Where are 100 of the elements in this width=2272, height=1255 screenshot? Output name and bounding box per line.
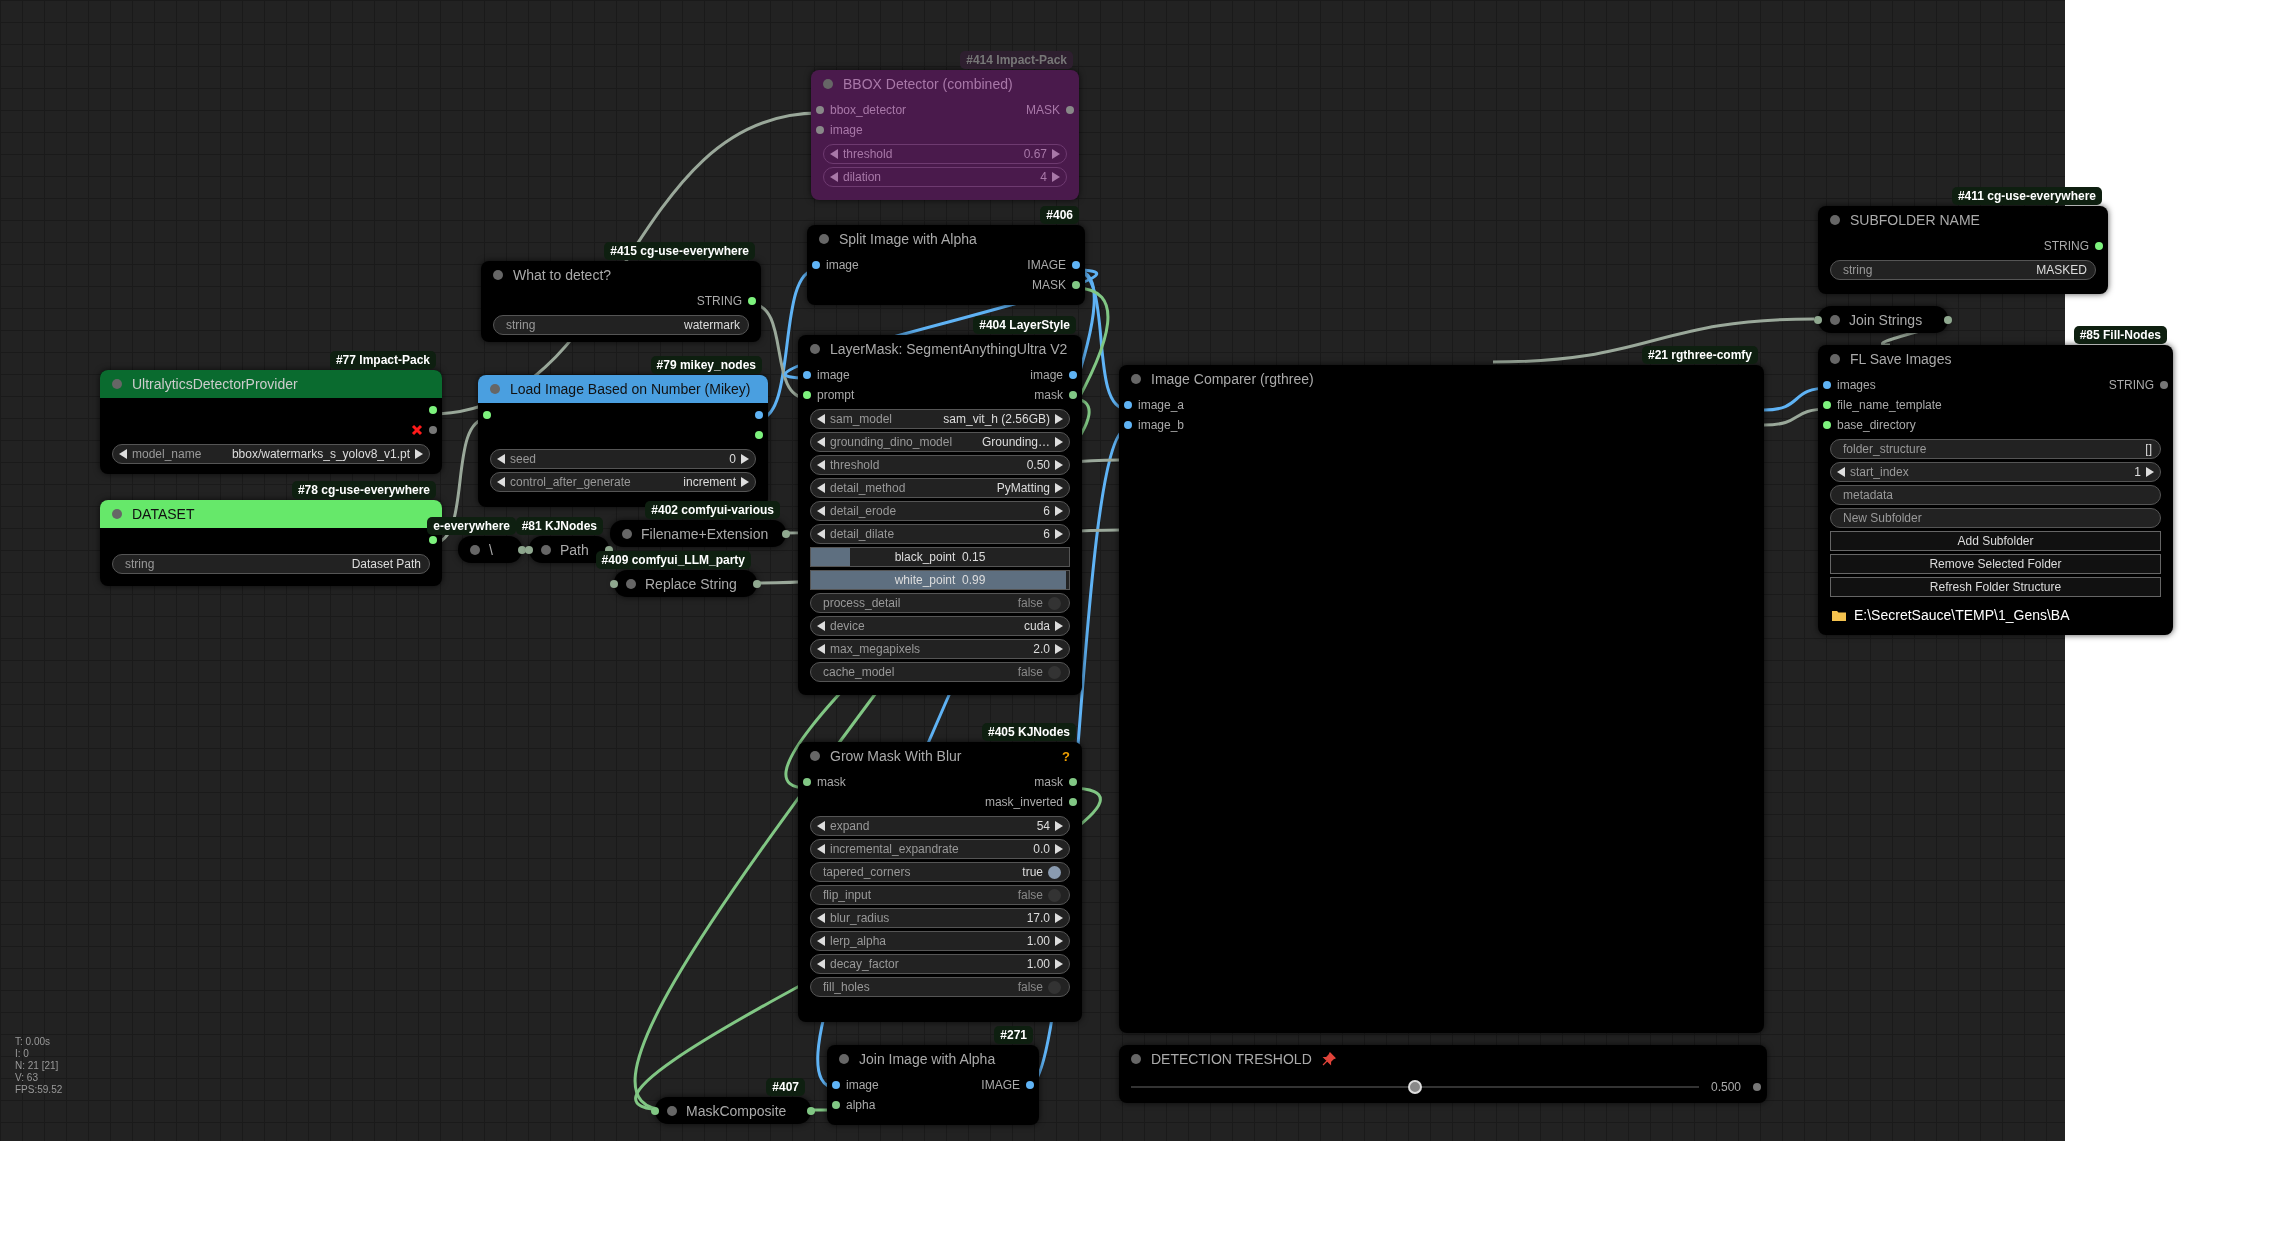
output-socket[interactable] <box>748 297 756 305</box>
node-title: DATASET <box>132 506 195 522</box>
input-socket[interactable] <box>832 1081 840 1089</box>
node-title: Load Image Based on Number (Mikey) <box>510 381 751 397</box>
toggle-widget[interactable]: fill_holes false <box>810 977 1070 997</box>
socket-label: mask <box>1034 775 1063 789</box>
socket-label: IMAGE <box>1027 258 1066 272</box>
text-field[interactable]: New Subfolder <box>1830 508 2161 528</box>
action-button[interactable]: Remove Selected Folder <box>1830 554 2161 574</box>
output-socket[interactable] <box>755 411 763 419</box>
output-socket[interactable] <box>1069 371 1077 379</box>
status-dot-icon <box>819 234 829 244</box>
action-button[interactable]: Add Subfolder <box>1830 531 2161 551</box>
input-socket[interactable] <box>816 126 824 134</box>
socket-label: MASK <box>1026 103 1060 117</box>
node-badge: e-everywhere <box>427 517 516 535</box>
input-socket[interactable] <box>812 261 820 269</box>
node-badge: #415 cg-use-everywhere <box>604 242 755 260</box>
input-socket[interactable] <box>1823 381 1831 389</box>
socket-label: STRING <box>696 294 742 308</box>
input-socket[interactable] <box>525 546 533 554</box>
output-socket[interactable] <box>755 431 763 439</box>
toggle-knob-icon[interactable] <box>1048 665 1061 679</box>
status-dot-icon <box>1131 1054 1141 1064</box>
action-button[interactable]: Refresh Folder Structure <box>1830 577 2161 597</box>
output-socket[interactable] <box>782 530 790 538</box>
node-title: Join Image with Alpha <box>859 1051 996 1067</box>
input-socket[interactable] <box>1823 401 1831 409</box>
output-socket[interactable] <box>1026 1081 1034 1089</box>
node-title: Path <box>560 541 589 558</box>
input-socket[interactable] <box>803 371 811 379</box>
text-widget[interactable]: metadata <box>1830 485 2161 505</box>
socket-label: image_b <box>1138 418 1185 432</box>
node-badge: #405 KJNodes <box>981 723 1076 741</box>
input-socket[interactable] <box>610 580 618 588</box>
socket-label: image <box>817 368 850 382</box>
output-socket[interactable] <box>1072 261 1080 269</box>
text-widget[interactable]: string watermark <box>493 315 749 335</box>
toggle-knob-icon[interactable] <box>1048 865 1061 879</box>
slider-widget[interactable]: white_point 0.99 <box>810 570 1070 590</box>
input-socket[interactable] <box>483 411 491 419</box>
toggle-knob-icon[interactable] <box>1048 888 1061 902</box>
toggle-widget[interactable]: tapered_corners true <box>810 862 1070 882</box>
stats-line: V: 63 <box>15 1072 39 1083</box>
toggle-widget[interactable]: process_detail false <box>810 593 1070 613</box>
input-socket[interactable] <box>832 1101 840 1109</box>
input-socket[interactable] <box>651 1107 659 1115</box>
node-title: LayerMask: SegmentAnythingUltra V2 <box>830 341 1068 357</box>
node-title: BBOX Detector (combined) <box>843 76 1013 92</box>
output-socket[interactable] <box>518 546 526 554</box>
output-socket[interactable] <box>1069 391 1077 399</box>
socket-label: mask <box>1034 388 1063 402</box>
text-widget[interactable]: folder_structure [] <box>1830 439 2161 459</box>
text-widget[interactable]: string MASKED <box>1830 260 2096 280</box>
folder-path: E:\SecretSauce\TEMP\1_Gens\BA <box>1854 607 2070 623</box>
status-dot-icon <box>667 1105 677 1116</box>
help-mark[interactable]: ? <box>1062 748 1070 764</box>
node-title: Split Image with Alpha <box>839 231 977 247</box>
output-socket[interactable] <box>429 536 437 544</box>
node-badge: #404 LayerStyle <box>973 316 1076 334</box>
slider-thumb[interactable] <box>1408 1080 1422 1094</box>
node-title: \ <box>489 541 493 558</box>
output-socket[interactable] <box>1944 316 1952 324</box>
socket-label: file_name_template <box>1837 398 1942 412</box>
node-title: What to detect? <box>513 267 612 283</box>
output-socket[interactable] <box>429 406 437 414</box>
toggle-widget[interactable]: cache_model false <box>810 662 1070 682</box>
text-widget[interactable]: string Dataset Path <box>112 554 430 574</box>
toggle-knob-icon[interactable] <box>1048 980 1061 994</box>
input-socket[interactable] <box>803 778 811 786</box>
input-socket[interactable] <box>1823 421 1831 429</box>
input-socket[interactable] <box>1814 316 1822 324</box>
socket-label: mask_inverted <box>984 795 1063 809</box>
output-socket[interactable] <box>1069 778 1077 786</box>
output-socket[interactable] <box>807 1107 815 1115</box>
node-title: Replace String <box>645 575 737 592</box>
toggle-knob-icon[interactable] <box>1048 596 1061 610</box>
node-badge: #411 cg-use-everywhere <box>1951 187 2102 205</box>
socket-label: STRING <box>2043 239 2089 253</box>
input-socket[interactable] <box>1124 401 1132 409</box>
output-socket[interactable] <box>1072 281 1080 289</box>
toggle-widget[interactable]: flip_input false <box>810 885 1070 905</box>
status-dot-icon <box>493 270 503 280</box>
input-socket[interactable] <box>803 391 811 399</box>
status-dot-icon <box>1131 374 1141 384</box>
stats-line: FPS:59.52 <box>15 1084 63 1095</box>
node-title: SUBFOLDER NAME <box>1850 212 1980 228</box>
slider-widget[interactable]: black_point 0.15 <box>810 547 1070 567</box>
status-dot-icon <box>1830 354 1840 364</box>
socket-label: image_a <box>1138 398 1185 412</box>
socket-label: MASK <box>1032 278 1066 292</box>
status-dot-icon <box>490 384 500 394</box>
output-socket[interactable] <box>2095 242 2103 250</box>
output-socket[interactable] <box>1069 798 1077 806</box>
node-badge: #271 <box>994 1026 1033 1044</box>
input-socket[interactable] <box>816 106 824 114</box>
socket-label: image <box>830 123 863 137</box>
output-socket[interactable] <box>753 580 761 588</box>
input-socket[interactable] <box>1124 421 1132 429</box>
node-title: UltralyticsDetectorProvider <box>132 376 298 392</box>
